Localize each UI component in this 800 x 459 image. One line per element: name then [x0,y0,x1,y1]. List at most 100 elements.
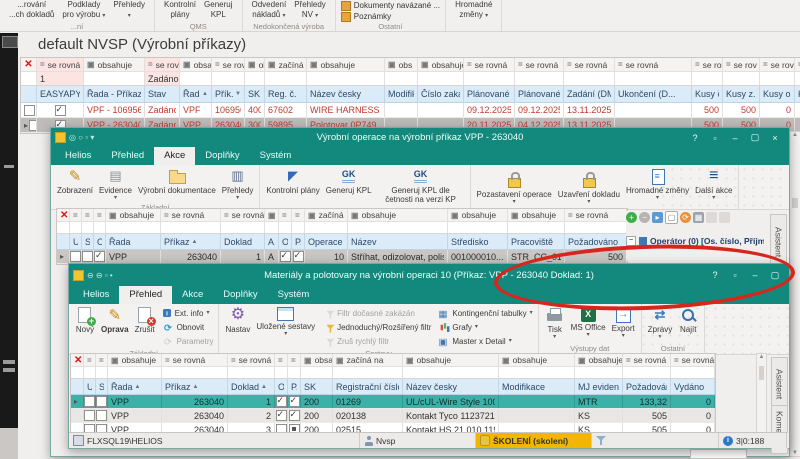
filter-operator[interactable]: =se rovná [671,354,715,366]
filter-value[interactable] [301,367,333,378]
column-header-stav[interactable]: Stav [145,86,180,102]
filter-value[interactable] [265,222,279,233]
filter-operator[interactable]: =se rovná [161,209,221,221]
filter-operator[interactable]: = [84,354,96,366]
checkbox-checked[interactable] [289,396,300,407]
filter-value[interactable] [403,367,499,378]
filter-operator[interactable]: ▣začíná [305,209,348,221]
ribbon-kontroln-pl-ny[interactable]: Kontrolní plány [263,167,322,196]
filter-operator[interactable]: = [70,209,82,221]
filter-operator[interactable]: ▣obsa [301,354,333,366]
help-button[interactable]: ? [705,270,725,280]
column-header-sel[interactable] [57,234,70,249]
checkbox-unchecked[interactable] [24,105,35,116]
filter-value[interactable] [71,367,84,378]
filter-value[interactable] [795,72,800,85]
column-header-vyd-no[interactable]: Vydáno [671,379,715,394]
column-header-ku[interactable]: Ku... [795,86,800,102]
ribbon-generuj-kpl[interactable]: GenerujKPL [200,0,236,22]
filter-operator[interactable]: = [279,209,292,221]
table-row[interactable]: VPF - 106956ZadánoVPF10695640067602WIRE … [21,103,800,118]
ribbon-evidence[interactable]: Evidence▾ [96,167,135,202]
menu-tab-dopl-ky[interactable]: Doplňky [213,286,267,304]
column-header-easyapy[interactable]: EASYAPY [37,86,84,102]
maximize-button[interactable]: ▢ [745,132,765,143]
filter-value[interactable]: 1 [37,72,84,85]
filter-value[interactable] [265,72,307,85]
ribbon-ext-info[interactable]: Ext. info▾ [160,306,216,320]
ribbon-kontingen-n-tabulky[interactable]: Kontingenční tabulky▾ [435,306,534,320]
ribbon-oprava[interactable]: Oprava [98,306,132,335]
play-icon[interactable]: ▸ [652,212,663,223]
ribbon-jednoduch-roz-en-filtr[interactable]: Jednoduchý/Rozšířený filtr [320,320,433,334]
filter-value[interactable] [671,367,715,378]
filter-value[interactable] [760,72,795,85]
column-header-sk[interactable]: SK [245,86,265,102]
filter-operator[interactable]: = [288,354,301,366]
filter-value[interactable] [221,222,265,233]
filter-operator[interactable]: ▣obsahuje [499,354,575,366]
filter-operator[interactable]: =se rovná [623,354,671,366]
checkbox-unchecked[interactable] [29,120,37,131]
filter-value[interactable] [94,222,106,233]
filter-operator[interactable]: = [292,209,305,221]
filter-value[interactable] [180,72,212,85]
column-header-po-adov-no[interactable]: Požadováno [623,379,671,394]
filter-operator[interactable]: =se rov [760,58,795,71]
filter-operator[interactable]: ▣začíná na [333,354,403,366]
column-header-u[interactable]: U... [70,234,82,249]
tab-asistent[interactable]: Asistent [771,357,788,411]
filter-operator[interactable]: ▣ [265,209,279,221]
column-header-modifik[interactable]: Modifik... [385,86,418,102]
checkbox-checked[interactable] [94,251,105,262]
pin-button[interactable]: ▫ [725,270,745,280]
grid-icon[interactable] [706,212,717,223]
filter-value[interactable] [448,222,508,233]
new-doc-icon[interactable]: ▢ [665,211,678,224]
filter-operator[interactable]: =se rovná [228,354,275,366]
checkbox-checked[interactable] [293,251,304,262]
filter-value[interactable] [623,367,671,378]
filter-operator[interactable]: ▣obsahuje [575,354,623,366]
close-button[interactable]: × [765,133,785,143]
filter-value[interactable] [57,222,70,233]
filter-value[interactable] [564,72,615,85]
filter-operator[interactable]: = [275,354,288,366]
filter-value[interactable] [723,72,760,85]
column-header-n-zev[interactable]: Název [348,234,448,249]
pin-button[interactable]: ▫ [705,133,725,143]
filter-value[interactable] [565,222,627,233]
column-header-mj-evidence[interactable]: MJ evidence [575,379,623,394]
checkbox-unchecked[interactable] [84,396,95,407]
ribbon-export[interactable]: Export▾ [609,306,638,340]
filter-operator[interactable]: ▣obsahuje [508,209,565,221]
grid2-icon[interactable] [719,212,730,223]
filter-operator[interactable]: =se rovná [615,58,692,71]
filter-operator[interactable]: ▣obsahuje [108,354,162,366]
filter-value[interactable] [275,367,288,378]
ribbon-grafy[interactable]: Grafy▾ [435,320,534,334]
ribbon-tisk[interactable]: Tisk▾ [542,306,568,341]
filter-value[interactable] [575,367,623,378]
column-header-p[interactable]: P... [292,234,305,249]
column-header-a[interactable]: A... [265,234,279,249]
filter-operator[interactable]: ▣ob [245,58,265,71]
filter-value[interactable] [84,367,96,378]
filter-value[interactable] [288,367,301,378]
filter-operator[interactable]: ✕ [71,354,84,366]
menu-tab-helios[interactable]: Helios [73,286,119,304]
filter-operator[interactable]: = [96,354,108,366]
minimize-button[interactable]: – [745,270,765,280]
filter-value[interactable] [333,367,403,378]
filter-value[interactable] [418,72,464,85]
column-header-kusy-o[interactable]: Kusy o... [760,86,795,102]
remove-icon[interactable]: − [639,212,650,223]
ribbon-zru-it[interactable]: Zrušit [132,306,158,335]
column-header-st-edisko[interactable]: Středisko [448,234,508,249]
filter-operator[interactable]: =se rovná [37,58,84,71]
filter-value[interactable] [305,222,348,233]
filter-value[interactable] [96,367,108,378]
column-header-sk[interactable]: SK [301,379,333,394]
menu-tab-syst-m[interactable]: Systém [268,286,320,304]
ribbon-nov[interactable]: Nový [72,306,98,335]
